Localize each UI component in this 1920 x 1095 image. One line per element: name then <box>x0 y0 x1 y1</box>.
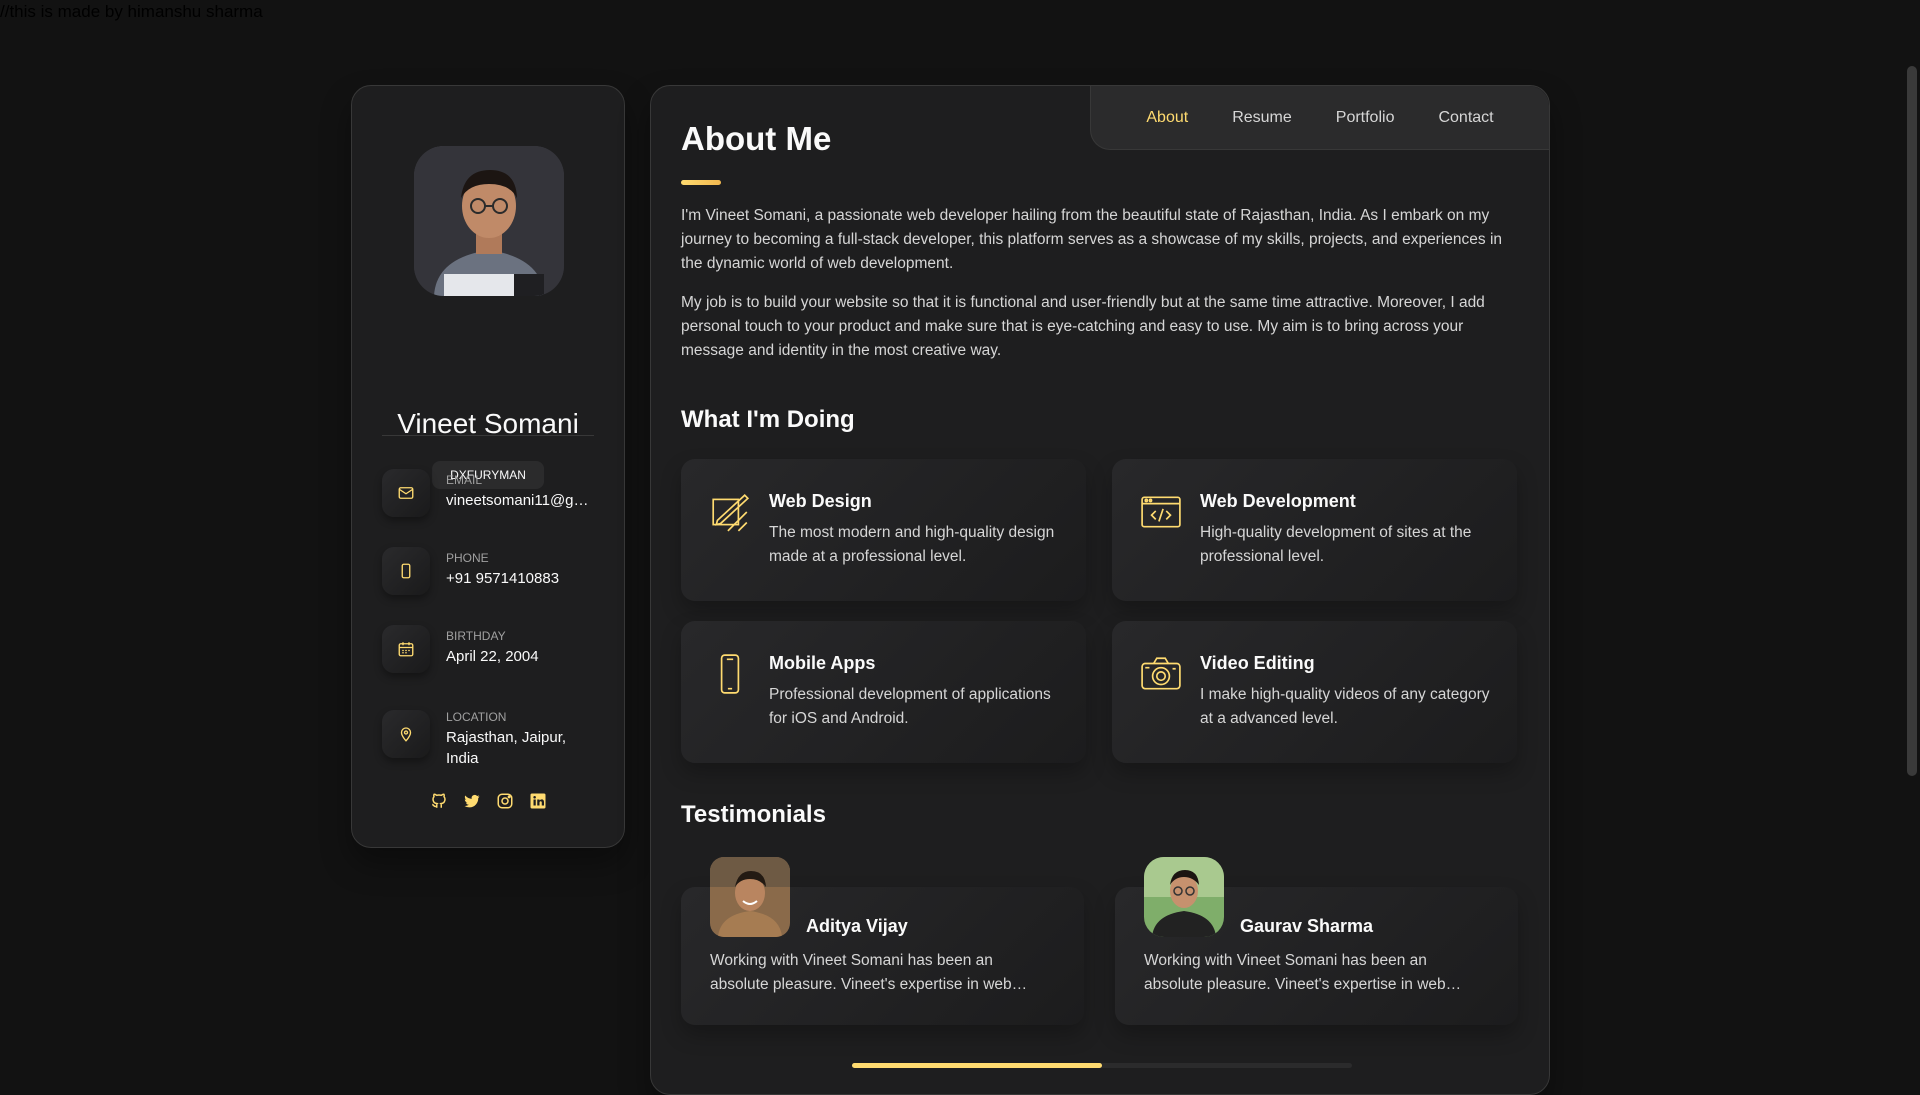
phone-link[interactable]: +91 9571410883 <box>446 568 596 589</box>
service-card-web-design: Web Design The most modern and high-qual… <box>681 459 1086 601</box>
testimonials-scrollbar[interactable] <box>852 1063 1352 1068</box>
location-pin-icon <box>382 710 430 758</box>
service-card-video-editing: Video Editing I make high-quality videos… <box>1112 621 1517 763</box>
testimonials-scroll-thumb[interactable] <box>852 1063 1102 1068</box>
service-title: Web Development <box>1200 491 1356 511</box>
testimonial-avatar <box>710 857 790 937</box>
calendar-icon <box>382 625 430 673</box>
testimonials-title: Testimonials <box>681 801 826 828</box>
camera-icon <box>1141 657 1181 690</box>
page-scroll-thumb[interactable] <box>1907 66 1917 776</box>
service-title: Mobile Apps <box>769 653 876 673</box>
page-scrollbar[interactable] <box>1904 0 1920 1080</box>
testimonial-text: Working with Vineet Somani has been an a… <box>1144 952 1446 993</box>
about-paragraph: My job is to build your website so that … <box>681 294 1485 359</box>
page-note: //this is made by himanshu sharma <box>0 2 263 21</box>
nav-portfolio[interactable]: Portfolio <box>1336 109 1395 127</box>
birthday-value: April 22, 2004 <box>446 648 539 665</box>
service-text: High-quality development of sites at the… <box>1200 524 1472 565</box>
contact-label: PHONE <box>446 551 489 565</box>
title-underline <box>681 180 721 185</box>
main-content: About Resume Portfolio Contact About Me … <box>650 85 1550 1095</box>
service-card-mobile-apps: Mobile Apps Professional development of … <box>681 621 1086 763</box>
nav-resume[interactable]: Resume <box>1232 109 1292 127</box>
social-links <box>352 792 624 810</box>
service-title: Web Design <box>769 491 872 511</box>
service-text: I make high-quality videos of any catego… <box>1200 686 1490 727</box>
instagram-icon[interactable] <box>496 792 514 810</box>
contact-email: EMAIL vineetsomani11@gm... <box>382 469 604 517</box>
mobile-icon <box>720 654 740 694</box>
contact-phone: PHONE +91 9571410883 <box>382 547 604 595</box>
contact-label: LOCATION <box>446 710 507 724</box>
linkedin-icon[interactable] <box>529 792 547 810</box>
mail-icon <box>382 469 430 517</box>
service-text: The most modern and high-quality design … <box>769 524 1055 565</box>
about-paragraph: I'm Vineet Somani, a passionate web deve… <box>681 207 1503 272</box>
page-title: About Me <box>681 120 832 157</box>
service-card-web-development: Web Development High-quality development… <box>1112 459 1517 601</box>
github-icon[interactable] <box>430 792 448 810</box>
twitter-icon[interactable] <box>463 792 481 810</box>
phone-icon <box>382 547 430 595</box>
design-icon <box>712 494 750 532</box>
sidebar-divider <box>382 435 594 436</box>
testimonial-avatar <box>1144 857 1224 937</box>
service-text: Professional development of applications… <box>769 686 1051 727</box>
contact-location: LOCATION Rajasthan, Jaipur, India <box>382 710 604 769</box>
nav-about[interactable]: About <box>1146 109 1188 127</box>
testimonial-name: Gaurav Sharma <box>1240 916 1374 936</box>
services-title: What I'm Doing <box>681 406 855 433</box>
nav-contact[interactable]: Contact <box>1438 109 1493 127</box>
testimonial-name: Aditya Vijay <box>806 916 908 936</box>
contact-birthday: BIRTHDAY April 22, 2004 <box>382 625 604 673</box>
profile-sidebar: Vineet Somani DXFURYMAN EMAIL vineetsoma… <box>351 85 625 848</box>
profile-avatar <box>414 146 564 296</box>
navbar: About Resume Portfolio Contact <box>1090 86 1549 150</box>
code-icon <box>1141 496 1181 528</box>
contact-label: BIRTHDAY <box>446 629 506 643</box>
email-link[interactable]: vineetsomani11@gm... <box>446 490 596 511</box>
location-value: Rajasthan, Jaipur, India <box>446 729 567 767</box>
contact-label: EMAIL <box>446 473 483 487</box>
service-title: Video Editing <box>1200 653 1315 673</box>
testimonial-text: Working with Vineet Somani has been an a… <box>710 952 1012 993</box>
